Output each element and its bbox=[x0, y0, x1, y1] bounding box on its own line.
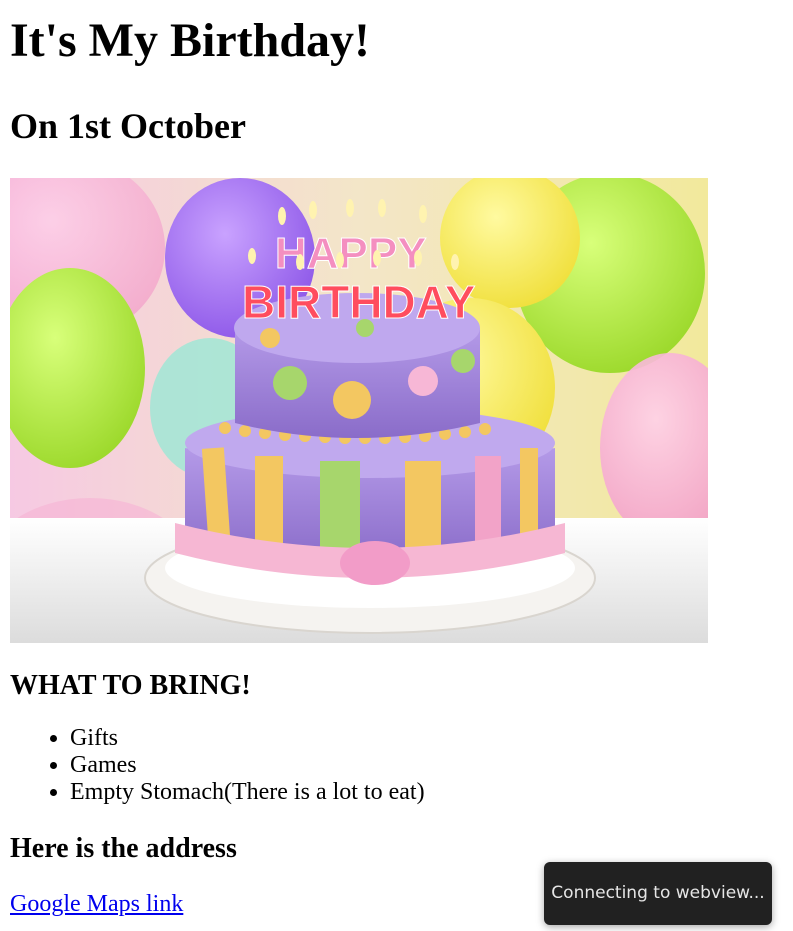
address-heading: Here is the address bbox=[10, 833, 237, 864]
page-subtitle: On 1st October bbox=[10, 106, 246, 146]
page-title: It's My Birthday! bbox=[10, 14, 370, 67]
what-to-bring-heading: WHAT TO BRING! bbox=[10, 670, 251, 701]
webview-connecting-toast: Connecting to webview... bbox=[544, 862, 772, 925]
list-item: Empty Stomach(There is a lot to eat) bbox=[70, 779, 783, 806]
cake-text-birthday: BIRTHDAY bbox=[242, 276, 475, 328]
birthday-cake-image: HAPPY BIRTHDAY bbox=[10, 178, 708, 643]
list-item: Games bbox=[70, 752, 783, 779]
page: It's My Birthday! On 1st October HAPPY B… bbox=[0, 13, 793, 931]
list-item: Gifts bbox=[70, 725, 783, 752]
google-maps-link[interactable]: Google Maps link bbox=[10, 890, 183, 918]
cake-text-happy: HAPPY bbox=[275, 229, 427, 278]
bring-list: Gifts Games Empty Stomach(There is a lot… bbox=[10, 725, 783, 806]
